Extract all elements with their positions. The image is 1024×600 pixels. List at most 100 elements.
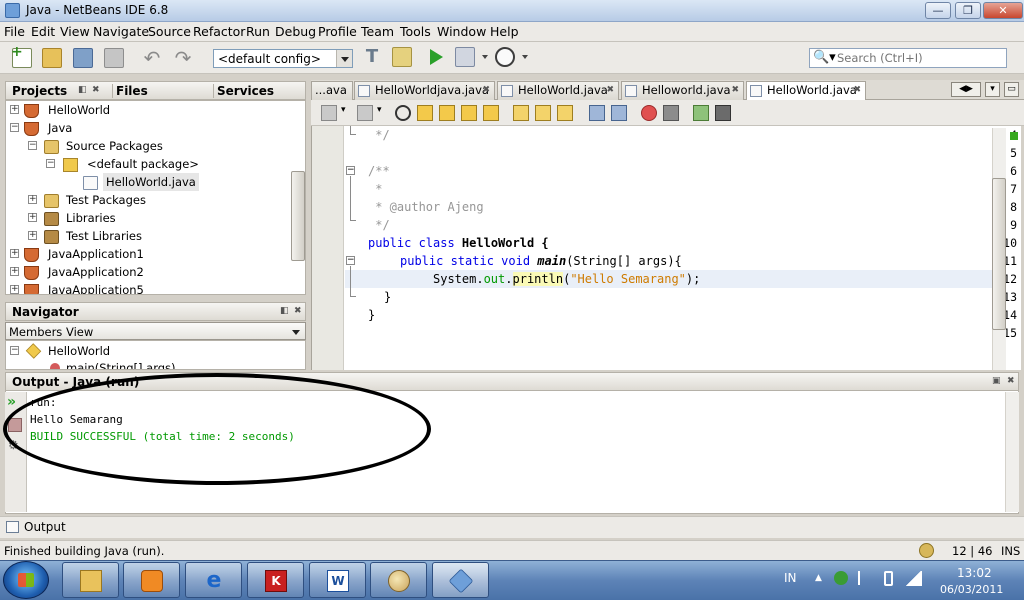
close-icon[interactable]: ✖ xyxy=(731,82,739,99)
debug-dropdown-icon[interactable] xyxy=(482,55,488,59)
search-icon[interactable]: 🔍▾ xyxy=(813,51,837,65)
profile-dropdown-icon[interactable] xyxy=(522,55,528,59)
action-center-flag-icon[interactable] xyxy=(858,571,870,585)
tree-item-javaapplication2[interactable]: JavaApplication2 xyxy=(48,263,144,281)
profile-project-icon[interactable] xyxy=(495,47,515,67)
tab-list-icon[interactable]: ▾ xyxy=(985,82,1000,97)
editor-tab-4[interactable]: Helloworld.java ✖ xyxy=(621,81,744,100)
menu-help[interactable]: Help xyxy=(490,24,519,39)
taskbar-kaspersky[interactable]: K xyxy=(247,562,304,598)
editor-tab-5-active[interactable]: HelloWorld.java ✖ xyxy=(746,81,866,100)
taskbar-netbeans-active[interactable] xyxy=(432,562,489,598)
comment-icon[interactable] xyxy=(693,105,709,121)
maximize-button[interactable]: ❐ xyxy=(955,2,981,19)
maximize-panel-icon[interactable]: ▣ xyxy=(992,376,1001,386)
menu-source[interactable]: Source xyxy=(148,24,191,39)
taskbar-internet-explorer[interactable]: e xyxy=(185,562,242,598)
editor-tab-3[interactable]: HelloWorld.java ✖ xyxy=(497,81,619,100)
menu-view[interactable]: View xyxy=(60,24,90,39)
show-hidden-icons-icon[interactable]: ▲ xyxy=(815,573,822,583)
menu-team[interactable]: Team xyxy=(361,24,394,39)
debug-project-icon[interactable] xyxy=(455,47,475,67)
editor-tab-1[interactable]: ...ava xyxy=(311,81,353,100)
menu-edit[interactable]: Edit xyxy=(31,24,55,39)
tab-services[interactable]: Services xyxy=(213,84,274,98)
forward-icon[interactable] xyxy=(357,105,373,121)
start-button[interactable] xyxy=(3,561,49,599)
gc-indicator-icon[interactable] xyxy=(919,543,934,558)
config-select[interactable]: <default config> xyxy=(213,49,353,68)
previous-bookmark-icon[interactable] xyxy=(513,105,529,121)
rerun-icon[interactable]: » xyxy=(7,394,16,410)
menu-tools[interactable]: Tools xyxy=(400,24,431,39)
back-icon[interactable] xyxy=(321,105,337,121)
next-bookmark-icon[interactable] xyxy=(535,105,551,121)
close-button[interactable]: ✕ xyxy=(983,2,1023,19)
tab-projects[interactable]: Projects xyxy=(12,84,67,98)
run-project-icon[interactable] xyxy=(430,49,443,65)
output-tab[interactable]: Output xyxy=(24,520,66,534)
taskbar-explorer[interactable] xyxy=(62,562,119,598)
find-next-icon[interactable] xyxy=(439,105,455,121)
tree-item-helloworld-java[interactable]: HelloWorld.java xyxy=(103,173,199,191)
shift-right-icon[interactable] xyxy=(611,105,627,121)
scroll-tabs-icon[interactable]: ◀▶ xyxy=(951,82,981,97)
menu-refactor[interactable]: Refactor xyxy=(193,24,245,39)
menu-run[interactable]: Run xyxy=(246,24,270,39)
navigator-view-select[interactable]: Members View xyxy=(5,322,306,340)
input-language[interactable]: IN xyxy=(784,571,797,585)
find-selection-icon[interactable] xyxy=(461,105,477,121)
taskbar-media-player[interactable] xyxy=(123,562,180,598)
tree-item-java[interactable]: Java xyxy=(48,119,72,137)
collapse-icon[interactable]: − xyxy=(46,159,55,168)
menu-window[interactable]: Window xyxy=(437,24,486,39)
tree-item-test-packages[interactable]: Test Packages xyxy=(66,191,146,209)
menu-navigate[interactable]: Navigate xyxy=(93,24,149,39)
expand-icon[interactable]: + xyxy=(28,231,37,240)
uncomment-icon[interactable] xyxy=(715,105,731,121)
tab-files[interactable]: Files xyxy=(112,84,148,98)
expand-icon[interactable]: + xyxy=(28,213,37,222)
code-editor[interactable]: 4 5 6 7 8 9 10 11 12 13 14 15 − − */ /**… xyxy=(311,126,1021,370)
fold-toggle-icon[interactable]: − xyxy=(346,256,355,265)
tree-item-libraries[interactable]: Libraries xyxy=(66,209,116,227)
save-all-icon[interactable] xyxy=(104,48,124,68)
tree-scrollbar-thumb[interactable] xyxy=(291,171,305,261)
chevron-down-icon[interactable] xyxy=(336,50,352,67)
minimize-panel-icon[interactable]: ◧ xyxy=(78,85,87,95)
security-shield-icon[interactable] xyxy=(834,571,848,585)
clean-build-icon[interactable] xyxy=(392,47,412,67)
expand-icon[interactable]: + xyxy=(10,285,19,294)
record-macro-icon[interactable] xyxy=(641,105,657,121)
tree-item-source-packages[interactable]: Source Packages xyxy=(66,137,163,155)
tree-item-javaapplication5[interactable]: JavaApplication5 xyxy=(48,281,144,294)
new-project-icon[interactable] xyxy=(42,48,62,68)
close-icon[interactable]: ✖ xyxy=(294,306,302,316)
menu-profile[interactable]: Profile xyxy=(318,24,357,39)
find-icon[interactable] xyxy=(395,105,411,121)
toggle-highlight-icon[interactable] xyxy=(483,105,499,121)
toggle-bookmark-icon[interactable] xyxy=(557,105,573,121)
redo-icon[interactable]: ↷ xyxy=(173,48,193,68)
close-icon[interactable]: ✖ xyxy=(1007,376,1015,386)
taskbar-word[interactable]: W xyxy=(309,562,366,598)
expand-icon[interactable]: + xyxy=(10,105,19,114)
expand-icon[interactable]: + xyxy=(10,267,19,276)
menu-file[interactable]: File xyxy=(4,24,25,39)
minimize-panel-icon[interactable]: ◧ xyxy=(280,306,289,316)
editor-scrollbar-thumb[interactable] xyxy=(992,178,1006,330)
collapse-icon[interactable]: − xyxy=(28,141,37,150)
undo-icon[interactable]: ↶ xyxy=(142,48,162,68)
network-icon[interactable] xyxy=(905,571,922,586)
build-hammer-icon[interactable]: T xyxy=(362,47,382,67)
output-scrollbar[interactable] xyxy=(1005,392,1019,512)
title-bar[interactable]: Java - NetBeans IDE 6.8 — ❐ ✕ xyxy=(0,0,1024,22)
navigator-item-main[interactable]: main(String[] args) xyxy=(66,359,176,369)
stop-macro-icon[interactable] xyxy=(663,105,679,121)
tree-item-test-libraries[interactable]: Test Libraries xyxy=(66,227,142,245)
menu-debug[interactable]: Debug xyxy=(275,24,316,39)
close-icon[interactable]: ✖ xyxy=(482,82,490,99)
navigator-item-class[interactable]: HelloWorld xyxy=(48,342,110,360)
collapse-icon[interactable]: − xyxy=(10,123,19,132)
battery-icon[interactable] xyxy=(884,571,893,586)
